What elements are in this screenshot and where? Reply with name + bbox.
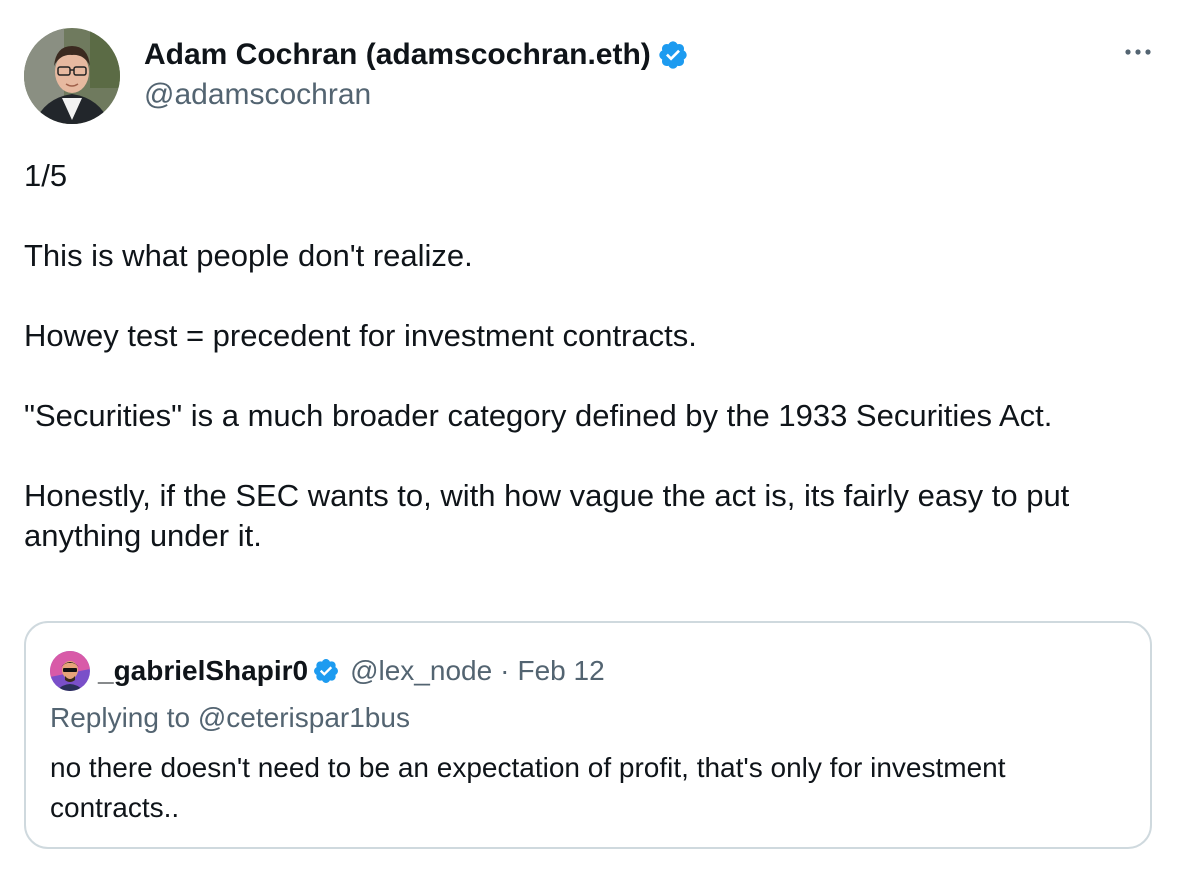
author-handle[interactable]: @adamscochran (144, 76, 371, 114)
quoted-tweet-card[interactable]: _gabrielShapir0 @lex_node · Feb 12 Reply… (24, 621, 1152, 849)
more-options-button[interactable] (1116, 30, 1160, 74)
quoted-author-name[interactable]: _gabrielShapir0 (98, 653, 308, 689)
tweet-paragraph: Honestly, if the SEC wants to, with how … (24, 478, 1078, 553)
tweet-paragraph: 1/5 (24, 158, 68, 193)
author-name[interactable]: Adam Cochran (adamscochran.eth) (144, 36, 651, 74)
replying-to[interactable]: Replying to @ceterispar1bus (50, 700, 410, 736)
quoted-author-handle[interactable]: @lex_node (350, 653, 492, 689)
verified-badge-icon (657, 39, 689, 71)
quoted-tweet-header: _gabrielShapir0 @lex_node · Feb 12 (50, 651, 605, 691)
quoted-author-avatar[interactable] (50, 651, 90, 691)
tweet-paragraph: This is what people don't realize. (24, 238, 473, 273)
author-name-row[interactable]: Adam Cochran (adamscochran.eth) (144, 36, 689, 74)
meta-separator: · (500, 655, 510, 686)
verified-badge-icon (312, 657, 340, 685)
more-horizontal-icon (1124, 43, 1152, 61)
tweet-paragraph: "Securities" is a much broader category … (24, 398, 1053, 433)
tweet-text: 1/5 This is what people don't realize. H… (24, 156, 1164, 556)
tweet-paragraph: Howey test = precedent for investment co… (24, 318, 697, 353)
quoted-tweet-text: no there doesn't need to be an expectati… (50, 752, 1006, 823)
quoted-tweet-date[interactable]: Feb 12 (518, 653, 605, 689)
author-avatar[interactable] (24, 28, 120, 124)
